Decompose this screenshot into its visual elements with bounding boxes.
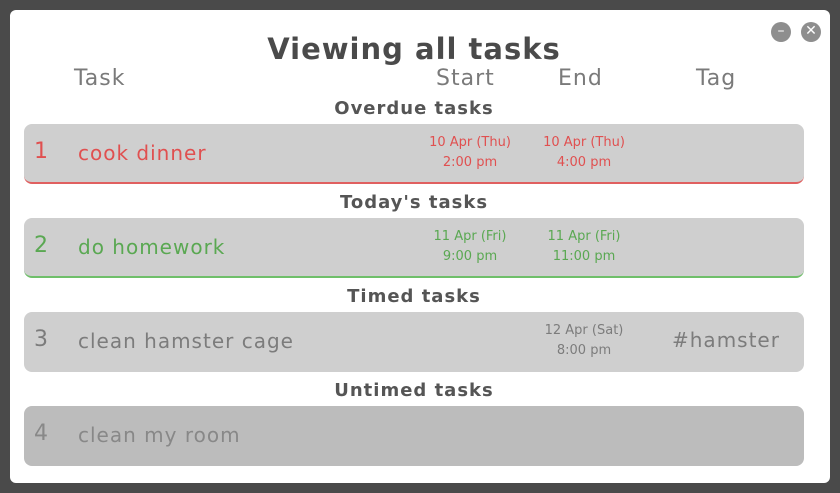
task-end: 11 Apr (Fri) 11:00 pm — [534, 227, 634, 267]
task-number: 3 — [34, 327, 48, 352]
task-start: 11 Apr (Fri) 9:00 pm — [420, 227, 520, 267]
task-row[interactable]: 4 clean my room — [24, 406, 804, 466]
page-title: Viewing all tasks — [267, 32, 561, 66]
section-label-overdue: Overdue tasks — [334, 98, 494, 119]
start-time: 9:00 pm — [442, 249, 498, 264]
close-icon: ✕ — [805, 23, 817, 39]
minimize-button[interactable]: – — [771, 22, 791, 42]
end-date: 10 Apr (Thu) — [543, 135, 625, 150]
column-header-tag[interactable]: Tag — [696, 66, 736, 91]
column-header-task[interactable]: Task — [74, 66, 125, 91]
task-end: 10 Apr (Thu) 4:00 pm — [534, 133, 634, 173]
task-number: 1 — [34, 139, 48, 164]
section-label-untimed: Untimed tasks — [334, 380, 494, 401]
task-row[interactable]: 2 do homework 11 Apr (Fri) 9:00 pm 11 Ap… — [24, 218, 804, 278]
minimize-icon: – — [777, 23, 785, 39]
task-row[interactable]: 1 cook dinner 10 Apr (Thu) 2:00 pm 10 Ap… — [24, 124, 804, 184]
column-header-end[interactable]: End — [558, 66, 603, 91]
task-start: 10 Apr (Thu) 2:00 pm — [420, 133, 520, 173]
task-end: 12 Apr (Sat) 8:00 pm — [534, 321, 634, 361]
task-name: clean my room — [78, 423, 241, 447]
close-button[interactable]: ✕ — [801, 22, 821, 42]
task-row[interactable]: 3 clean hamster cage 12 Apr (Sat) 8:00 p… — [24, 312, 804, 372]
task-number: 4 — [34, 421, 48, 446]
start-time: 2:00 pm — [442, 155, 498, 170]
start-date: 10 Apr (Thu) — [429, 135, 511, 150]
end-date: 11 Apr (Fri) — [547, 229, 621, 244]
section-label-today: Today's tasks — [339, 192, 489, 213]
end-date: 12 Apr (Sat) — [544, 323, 624, 338]
start-date: 11 Apr (Fri) — [433, 229, 507, 244]
task-tag[interactable]: #hamster — [672, 328, 780, 352]
task-name: cook dinner — [78, 141, 207, 165]
column-header-start[interactable]: Start — [436, 66, 495, 91]
task-name: do homework — [78, 235, 226, 259]
task-name: clean hamster cage — [78, 329, 294, 353]
end-time: 11:00 pm — [552, 249, 616, 264]
section-label-timed: Timed tasks — [347, 286, 481, 307]
end-time: 4:00 pm — [556, 155, 612, 170]
task-window: Viewing all tasks – ✕ Task Start End Tag… — [10, 10, 830, 483]
task-number: 2 — [34, 233, 48, 258]
end-time: 8:00 pm — [556, 343, 612, 358]
